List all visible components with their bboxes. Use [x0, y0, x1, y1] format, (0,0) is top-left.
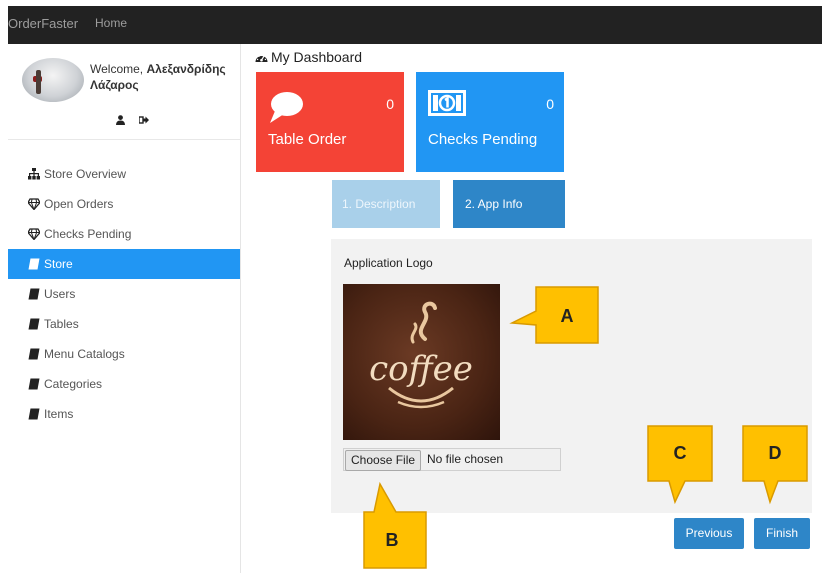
user-icon[interactable] [116, 114, 125, 125]
diamond-icon [28, 198, 40, 210]
book-icon [28, 408, 40, 420]
logo-wordmark: coffee [369, 349, 473, 389]
sidebar-item-store[interactable]: Store [8, 249, 240, 279]
sidebar-item-label: Items [44, 407, 74, 421]
callout-a-label: A [561, 306, 574, 326]
sitemap-icon [28, 167, 40, 180]
book-icon [28, 378, 40, 390]
sidebar-item-tables[interactable]: Tables [8, 309, 240, 339]
table-order-count: 0 [386, 96, 394, 112]
welcome-text: Welcome, Αλεξανδρίδης Λάζαρος [90, 61, 240, 93]
table-order-tile[interactable]: 0 Table Order [256, 72, 404, 172]
sidebar-item-menu-catalogs[interactable]: Menu Catalogs [8, 339, 240, 369]
sidebar-item-label: Tables [44, 317, 79, 331]
sign-out-icon[interactable] [139, 115, 150, 125]
callout-b: B [363, 481, 427, 569]
wizard-step-description[interactable]: 1. Description [332, 180, 440, 228]
sidebar-item-label: Checks Pending [44, 227, 132, 241]
sidebar-menu: Store Overview Open Orders Checks Pendin… [8, 159, 240, 429]
sidebar-item-label: Store [44, 257, 73, 271]
nav-home-link[interactable]: Home [95, 16, 127, 30]
navbar: OrderFaster Home [8, 6, 822, 44]
book-icon [28, 288, 40, 300]
logo-file-input[interactable]: Choose File No file chosen [343, 448, 561, 471]
wizard-step-app-info[interactable]: 2. App Info [453, 180, 565, 228]
user-name-first: Αλεξανδρίδης [146, 62, 226, 76]
page-title: My Dashboard [255, 49, 362, 65]
user-profile: Welcome, Αλεξανδρίδης Λάζαρος [8, 44, 240, 140]
sidebar: Welcome, Αλεξανδρίδης Λάζαρος Store Over… [8, 44, 241, 573]
sidebar-item-label: Categories [44, 377, 103, 391]
callout-c-label: C [674, 443, 687, 463]
callout-c: C [647, 425, 713, 505]
sidebar-item-items[interactable]: Items [8, 399, 240, 429]
user-name-second: Λάζαρος [90, 78, 139, 92]
brand-link[interactable]: OrderFaster [8, 16, 78, 31]
sidebar-item-checks-pending[interactable]: Checks Pending [8, 219, 240, 249]
checks-pending-label: Checks Pending [428, 131, 538, 148]
finish-button[interactable]: Finish [754, 518, 810, 549]
file-status-text: No file chosen [427, 452, 504, 466]
money-icon [428, 90, 466, 116]
sidebar-item-users[interactable]: Users [8, 279, 240, 309]
welcome-prefix: Welcome, [90, 62, 144, 76]
previous-button[interactable]: Previous [674, 518, 744, 549]
avatar [22, 58, 84, 102]
table-order-label: Table Order [268, 131, 347, 148]
checks-pending-count: 0 [546, 96, 554, 112]
book-icon [28, 318, 40, 330]
sidebar-item-label: Users [44, 287, 76, 301]
sidebar-item-open-orders[interactable]: Open Orders [8, 189, 240, 219]
sidebar-item-label: Open Orders [44, 197, 114, 211]
sidebar-item-label: Menu Catalogs [44, 347, 125, 361]
callout-b-label: B [386, 530, 399, 550]
sidebar-item-categories[interactable]: Categories [8, 369, 240, 399]
callout-d-label: D [769, 443, 782, 463]
page-title-text: My Dashboard [271, 49, 363, 65]
callout-d: D [742, 425, 808, 505]
book-icon [28, 348, 40, 360]
checks-pending-tile[interactable]: 0 Checks Pending [416, 72, 564, 172]
application-logo-image: coffee [343, 284, 500, 440]
sidebar-item-store-overview[interactable]: Store Overview [8, 159, 240, 189]
dashboard-icon [255, 55, 268, 62]
book-icon [28, 258, 40, 270]
choose-file-button[interactable]: Choose File [345, 450, 422, 471]
callout-a: A [509, 286, 599, 344]
sidebar-item-label: Store Overview [44, 167, 127, 181]
diamond-icon [28, 228, 40, 240]
application-logo-label: Application Logo [344, 256, 433, 270]
speech-bubble-icon [270, 92, 303, 123]
